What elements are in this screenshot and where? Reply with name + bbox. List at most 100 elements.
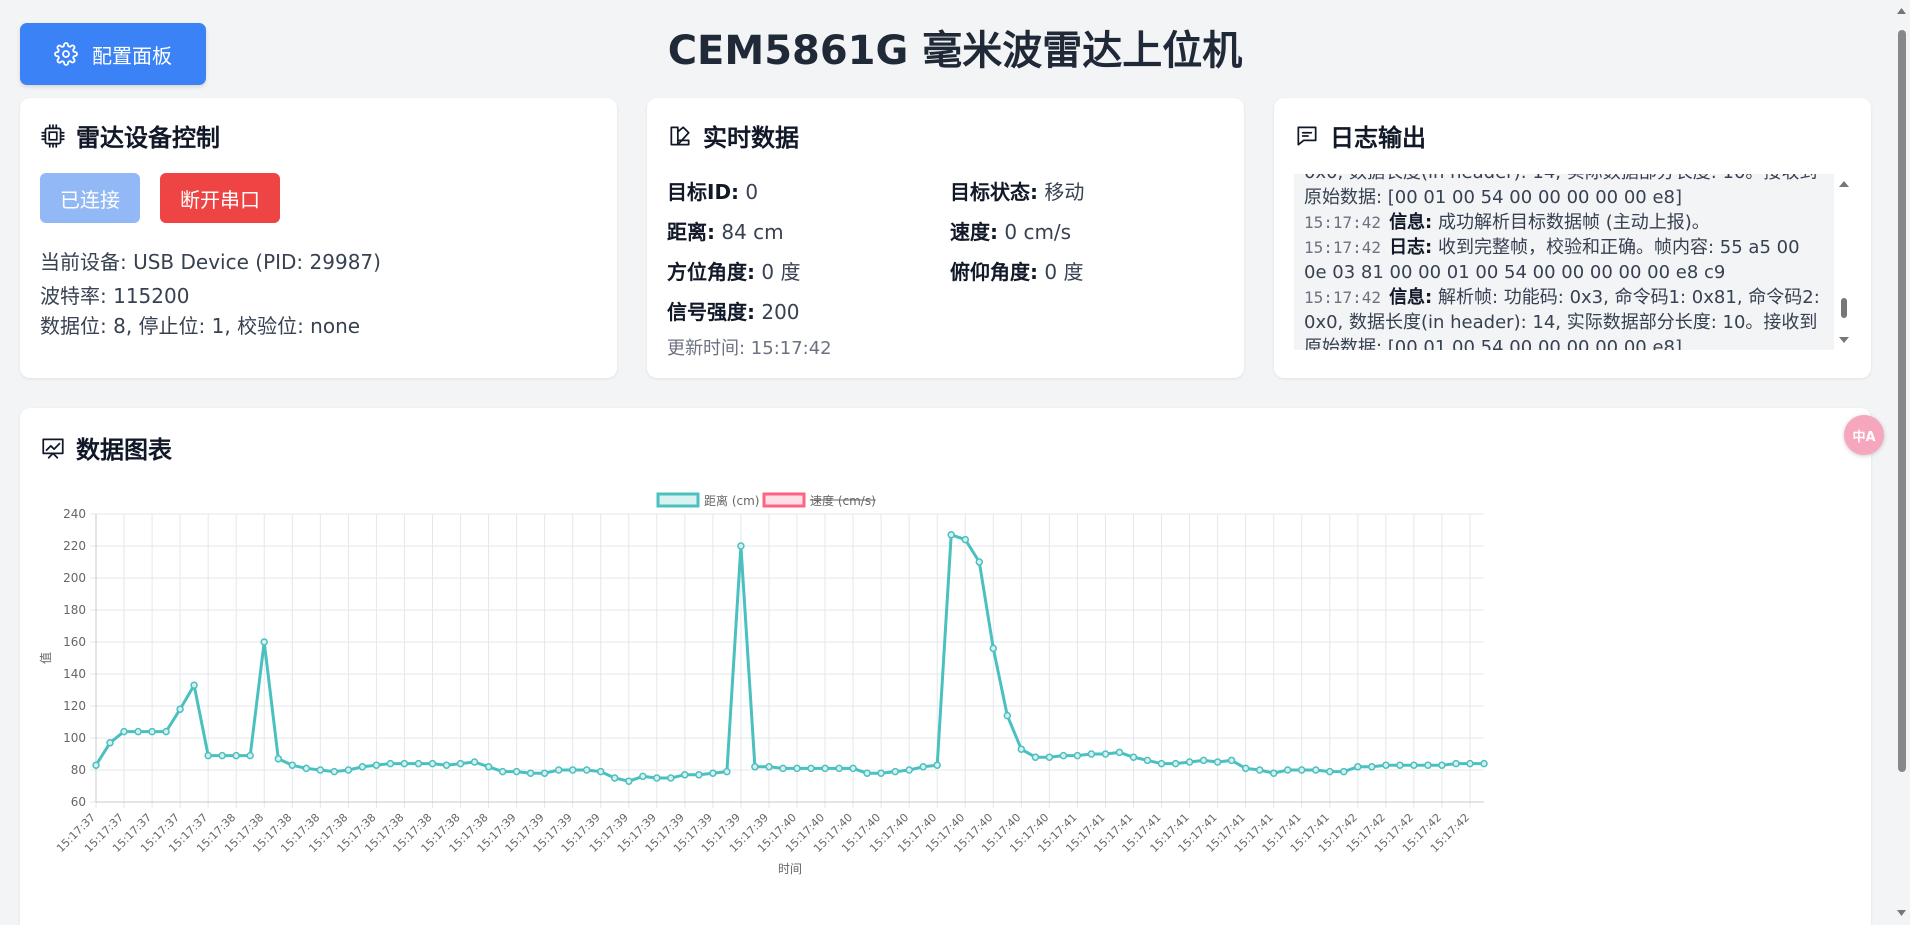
page-scrollbar[interactable] — [1893, 0, 1910, 925]
azimuth-field: 方位角度: 0 度 — [667, 260, 801, 284]
connected-button[interactable]: 已连接 — [40, 173, 140, 223]
scroll-down-icon — [1839, 337, 1849, 343]
y-tick-label: 240 — [63, 507, 86, 521]
data-point — [302, 764, 311, 773]
y-tick-label: 160 — [63, 635, 86, 649]
data-point — [358, 763, 367, 771]
data-point — [737, 542, 745, 550]
target-status-field: 目标状态: 移动 — [950, 180, 1085, 204]
log-scroll-thumb — [1841, 298, 1847, 318]
data-point — [695, 771, 703, 779]
y-tick-label: 120 — [63, 699, 86, 713]
data-point — [1382, 761, 1390, 769]
data-point — [554, 766, 563, 774]
legend-swatch — [762, 492, 806, 508]
realtime-card-title: 实时数据 — [703, 124, 799, 152]
data-point — [1045, 753, 1054, 761]
data-point — [274, 755, 283, 763]
data-point — [667, 774, 675, 782]
page-scroll-thumb — [1898, 30, 1906, 772]
data-point — [1396, 761, 1404, 769]
data-point — [512, 767, 521, 776]
chart-card: 数据图表 60 80 100 120 140 160 180 200 220 240 15:17:3… — [20, 408, 1871, 925]
data-point — [442, 761, 451, 769]
data-point — [1213, 758, 1222, 766]
log-entry: 0x0, 数据长度(in header): 14, 实际数据部分长度: 10。接… — [1304, 174, 1817, 208]
chip-icon — [41, 123, 65, 148]
log-entry: 15:17:42 信息: 解析帧: 功能码: 0x3, 命令码1: 0x81, 命… — [1304, 287, 1820, 350]
translate-button[interactable]: 中A — [1844, 415, 1884, 455]
data-icon — [670, 125, 690, 146]
data-point — [1017, 745, 1026, 753]
data-point — [1480, 759, 1488, 768]
data-point — [807, 764, 815, 773]
data-point — [1255, 766, 1264, 774]
data-point — [1115, 748, 1124, 757]
data-point — [568, 766, 577, 774]
page-title: CEM5861G 毫米波雷达上位机 — [667, 28, 1243, 74]
log-list[interactable]: 0x0, 数据长度(in header): 14, 实际数据部分长度: 10。接… — [1294, 174, 1834, 350]
data-point — [1073, 751, 1082, 760]
data-point — [400, 759, 409, 768]
data-point — [1354, 763, 1362, 771]
baud-rate-text: 波特率: 115200 — [40, 284, 190, 308]
data-point — [961, 535, 970, 544]
data-point — [905, 766, 913, 774]
data-point — [1227, 756, 1236, 765]
data-point — [204, 751, 212, 760]
data-point — [723, 767, 731, 776]
data-point — [1312, 766, 1320, 774]
data-point — [526, 769, 535, 777]
data-point — [1101, 750, 1110, 758]
data-point — [821, 764, 829, 773]
data-point — [470, 758, 479, 766]
data-point — [414, 759, 423, 768]
x-axis-title: 时间 — [778, 862, 802, 876]
data-point — [751, 763, 759, 771]
data-chart: 608010012014016018020022024015:17:3715:1… — [38, 492, 1488, 876]
data-point — [148, 727, 156, 736]
translate-icon: 中A — [1852, 429, 1876, 445]
y-tick-label: 140 — [63, 667, 86, 681]
data-point — [835, 764, 843, 773]
data-point — [1340, 767, 1348, 776]
log-scrollbar[interactable] — [1838, 174, 1850, 350]
y-tick-label: 200 — [63, 571, 86, 585]
data-point — [1031, 753, 1040, 761]
distance-field: 距离: 84 cm — [667, 220, 784, 244]
data-point — [1199, 756, 1208, 765]
data-point — [793, 764, 801, 773]
signal-strength-field: 信号强度: 200 — [667, 300, 800, 324]
data-point — [1452, 759, 1460, 768]
data-point — [456, 759, 465, 768]
y-tick-label: 60 — [71, 795, 86, 809]
data-point — [596, 767, 605, 776]
log-entry: 15:17:42 信息: 成功解析目标数据帧 (主动上报)。 — [1304, 212, 1710, 233]
device-control-card: 雷达设备控制 已连接 断开串口 当前设备: USB Device (PID: 2… — [20, 98, 617, 378]
series-line — [94, 533, 1484, 783]
data-point — [877, 769, 885, 777]
device-card-title: 雷达设备控制 — [76, 124, 220, 152]
data-point — [779, 764, 787, 773]
data-point — [1466, 759, 1474, 768]
data-point — [1129, 753, 1138, 761]
serial-params-text: 数据位: 8, 停止位: 1, 校验位: none — [40, 314, 361, 338]
data-point — [1410, 761, 1418, 769]
data-point — [610, 774, 619, 782]
target-id-field: 目标ID: 0 — [667, 180, 759, 204]
data-point — [1171, 759, 1180, 768]
legend-label: 距离 (cm) — [704, 493, 759, 508]
log-entry: 15:17:42 日志: 收到完整帧，校验和正确。帧内容: 55 a5 00 0e… — [1304, 237, 1800, 283]
data-point — [428, 759, 437, 768]
data-point — [92, 761, 100, 769]
disconnect-serial-button[interactable]: 断开串口 — [160, 173, 280, 223]
elevation-field: 俯仰角度: 0 度 — [950, 260, 1084, 284]
realtime-data-card: 实时数据 目标ID: 0 目标状态: 移动 距离: 84 cm 速度: 0 cm… — [647, 98, 1244, 378]
speed-field: 速度: 0 cm/s — [950, 220, 1072, 244]
data-point — [1326, 767, 1334, 776]
data-point — [218, 751, 226, 760]
data-point — [1003, 711, 1012, 720]
data-point — [765, 763, 773, 771]
data-point — [484, 763, 493, 771]
message-icon — [1297, 125, 1317, 146]
